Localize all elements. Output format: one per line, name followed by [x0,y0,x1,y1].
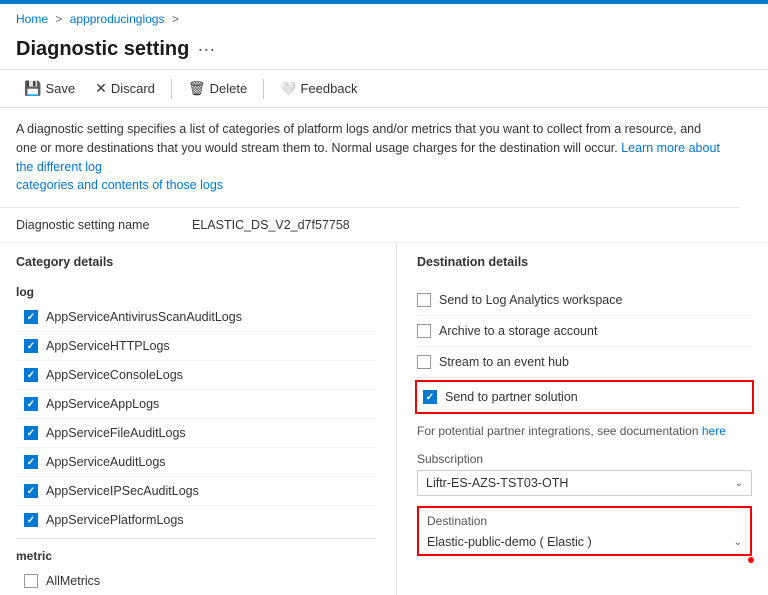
breadcrumb-home[interactable]: Home [16,12,48,26]
delete-label: Delete [210,81,248,96]
toolbar: 💾 Save ✕ Discard 🗑 Delete 🤍 Feedback [0,69,768,108]
metric-section: metric AllMetrics [16,538,376,595]
checkbox-row: AppServicePlatformLogs [16,506,376,534]
page-header: Diagnostic setting ··· [0,34,768,69]
feedback-icon: 🤍 [280,81,296,97]
setting-name-row: Diagnostic setting name ELASTIC_DS_V2_d7… [0,208,768,243]
red-dot [748,557,754,563]
subscription-input[interactable]: Liftr-ES-AZS-TST03-OTH ⌄ [417,470,752,496]
checkbox-event-hub[interactable] [417,355,431,369]
checkbox-AppServiceConsole[interactable] [24,368,38,382]
log-categories-list: AppServiceAntivirusScanAuditLogs AppServ… [16,303,376,534]
destination-value: Elastic-public-demo ( Elastic ) [427,535,592,549]
delete-icon: 🗑 [188,80,206,97]
setting-name-value: ELASTIC_DS_V2_d7f57758 [192,218,350,232]
checkbox-row: AppServiceHTTPLogs [16,332,376,361]
checkbox-AppServiceApp[interactable] [24,397,38,411]
label-AppServiceIPSec: AppServiceIPSecAuditLogs [46,484,199,498]
checkbox-row: AppServiceAntivirusScanAuditLogs [16,303,376,332]
checkbox-partner-solution[interactable] [423,390,437,404]
checkbox-AppServiceHTTP[interactable] [24,339,38,353]
discard-button[interactable]: ✕ Discard [87,76,163,101]
checkbox-row: AppServiceAuditLogs [16,448,376,477]
label-AppServicePlatform: AppServicePlatformLogs [46,513,184,527]
destination-chevron-icon: ⌄ [734,537,742,548]
checkbox-AllMetrics[interactable] [24,574,38,588]
discard-icon: ✕ [95,80,107,97]
label-AppServiceAntivirus: AppServiceAntivirusScanAuditLogs [46,310,242,324]
setting-name-label: Diagnostic setting name [16,218,176,232]
description-link2[interactable]: categories and contents of those logs [16,178,223,192]
checkbox-storage-account[interactable] [417,324,431,338]
label-AppServiceApp: AppServiceAppLogs [46,397,159,411]
description-text1: A diagnostic setting specifies a list of… [16,122,701,155]
destination-select[interactable]: Elastic-public-demo ( Elastic ) ⌄ [419,530,750,554]
label-AppServiceAudit: AppServiceAuditLogs [46,455,166,469]
label-log-analytics: Send to Log Analytics workspace [439,293,622,307]
dest-event-hub-row: Stream to an event hub [417,347,752,378]
destination-details-header: Destination details [417,243,752,275]
checkbox-AppServiceAntivirus[interactable] [24,310,38,324]
subscription-label: Subscription [417,452,752,466]
destination-field-box: Destination Elastic-public-demo ( Elasti… [417,506,752,556]
subscription-field: Subscription Liftr-ES-AZS-TST03-OTH ⌄ [417,452,752,496]
category-details-header: Category details [16,243,376,275]
checkbox-AppServiceIPSec[interactable] [24,484,38,498]
checkbox-log-analytics[interactable] [417,293,431,307]
checkbox-row: AppServiceAppLogs [16,390,376,419]
label-partner-solution: Send to partner solution [445,390,578,404]
checkbox-row: AppServiceIPSecAuditLogs [16,477,376,506]
save-button[interactable]: 💾 Save [16,76,83,101]
checkbox-AppServiceAudit[interactable] [24,455,38,469]
label-storage-account: Archive to a storage account [439,324,597,338]
checkbox-row: AppServiceConsoleLogs [16,361,376,390]
partner-info-text: For potential partner integrations, see … [417,424,699,438]
dest-storage-account-row: Archive to a storage account [417,316,752,347]
subscription-chevron-icon: ⌄ [735,478,743,489]
save-icon: 💾 [24,80,41,97]
page-title: Diagnostic setting [16,38,189,61]
toolbar-separator2 [263,79,264,99]
dest-log-analytics-row: Send to Log Analytics workspace [417,285,752,316]
breadcrumb-sep1: > [55,12,62,26]
partner-info: For potential partner integrations, see … [417,416,752,442]
subscription-value: Liftr-ES-AZS-TST03-OTH [426,476,568,490]
dest-partner-solution-row: Send to partner solution [415,380,754,414]
feedback-label: Feedback [300,81,357,96]
breadcrumb-sep2: > [172,12,179,26]
label-AppServiceConsole: AppServiceConsoleLogs [46,368,183,382]
left-panel: Category details log AppServiceAntivirus… [16,243,396,595]
more-options-icon[interactable]: ··· [197,39,215,60]
metric-section-label: metric [16,539,376,567]
main-content: Category details log AppServiceAntivirus… [0,243,768,595]
label-AppServiceFile: AppServiceFileAuditLogs [46,426,186,440]
toolbar-separator [171,79,172,99]
destination-section: Send to Log Analytics workspace Archive … [417,275,752,556]
checkbox-AppServiceFile[interactable] [24,426,38,440]
breadcrumb-app[interactable]: appproducinglogs [70,12,165,26]
log-section-label: log [16,275,376,303]
label-AllMetrics: AllMetrics [46,574,100,588]
right-panel: Destination details Send to Log Analytic… [396,243,752,595]
delete-button[interactable]: 🗑 Delete [180,76,255,101]
checkbox-row: AppServiceFileAuditLogs [16,419,376,448]
description: A diagnostic setting specifies a list of… [0,108,740,208]
partner-info-link[interactable]: here [702,424,726,438]
checkbox-AppServicePlatform[interactable] [24,513,38,527]
save-label: Save [45,81,75,96]
label-event-hub: Stream to an event hub [439,355,569,369]
discard-label: Discard [111,81,155,96]
destination-box-label: Destination [419,508,750,530]
label-AppServiceHTTP: AppServiceHTTPLogs [46,339,170,353]
breadcrumb: Home > appproducinglogs > [0,4,768,34]
feedback-button[interactable]: 🤍 Feedback [272,77,365,101]
